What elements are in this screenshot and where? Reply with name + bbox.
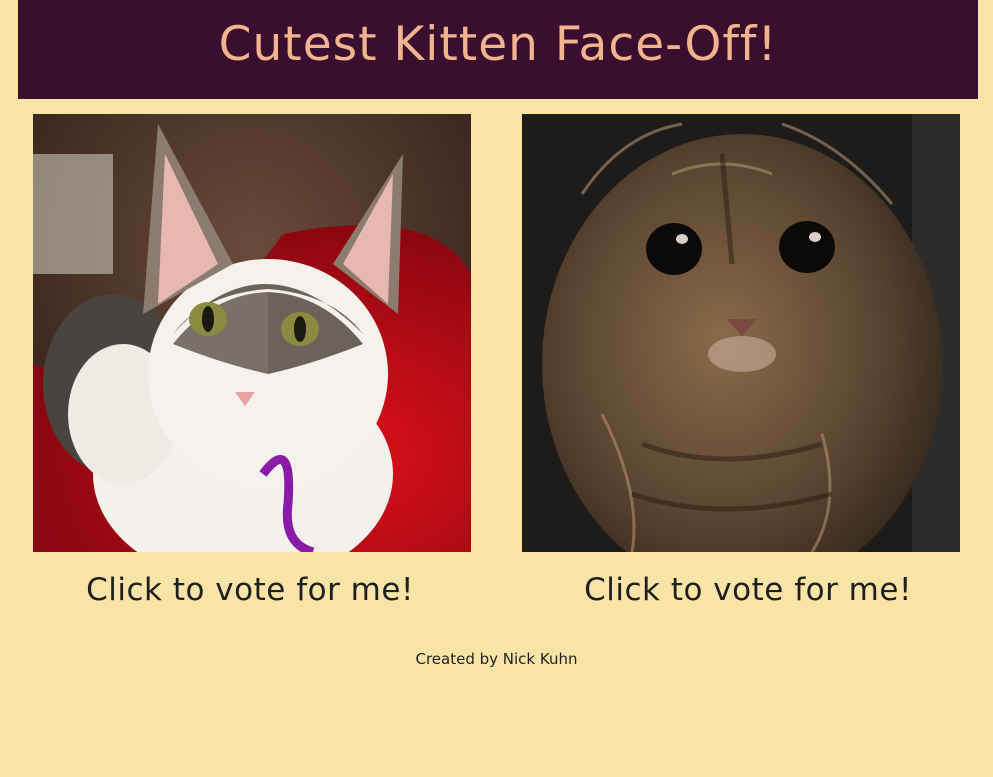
kitten-photo-right[interactable] — [522, 114, 960, 552]
vote-button-left[interactable]: Click to vote for me! — [20, 572, 480, 608]
page-title: Cutest Kitten Face-Off! — [218, 17, 778, 72]
kitten-1-image[interactable] — [33, 114, 471, 552]
kitten-photo-left[interactable] — [33, 114, 471, 552]
page-header: Cutest Kitten Face-Off! — [18, 0, 978, 99]
kitten-2-image[interactable] — [522, 114, 960, 552]
vote-button-right[interactable]: Click to vote for me! — [518, 572, 978, 608]
footer-credit: Created by Nick Kuhn — [415, 650, 578, 668]
